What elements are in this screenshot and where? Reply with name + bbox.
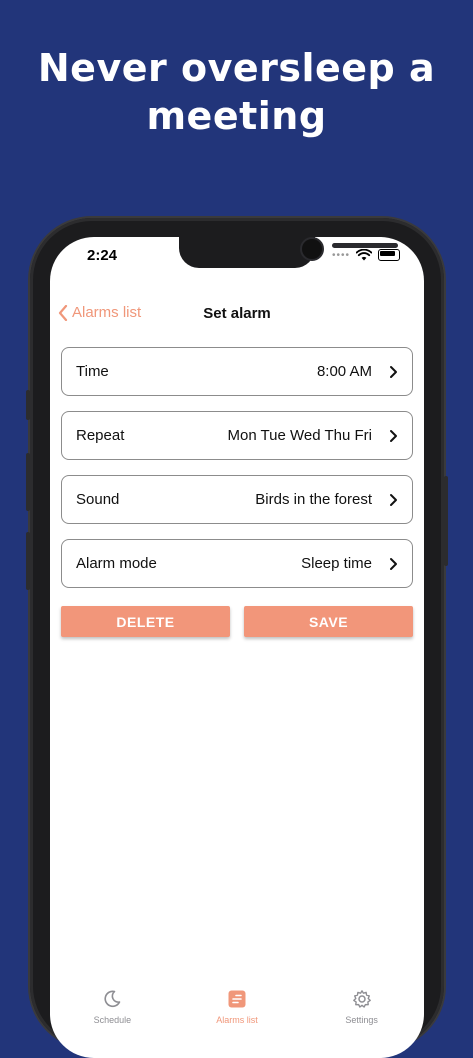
power-button bbox=[444, 476, 448, 566]
volume-up-button bbox=[26, 453, 30, 511]
status-time: 2:24 bbox=[87, 247, 118, 264]
navigation-bar: Alarms list Set alarm bbox=[50, 301, 424, 331]
time-row[interactable]: Time 8:00 AM bbox=[61, 347, 413, 396]
mute-switch bbox=[26, 390, 30, 420]
page-title: Set alarm bbox=[203, 305, 271, 322]
list-icon bbox=[228, 990, 246, 1008]
battery-icon bbox=[378, 249, 400, 261]
status-bar: 2:24 •••• bbox=[50, 245, 424, 269]
headline: Never oversleep a meeting bbox=[37, 46, 436, 138]
alarm-mode-row[interactable]: Alarm mode Sleep time bbox=[61, 539, 413, 588]
gear-icon bbox=[352, 990, 371, 1008]
phone-frame: 2:24 •••• Alarms list Set alarm Time 8:0… bbox=[26, 218, 448, 1058]
sound-row-value: Birds in the forest bbox=[255, 491, 372, 508]
volume-down-button bbox=[26, 532, 30, 590]
alarm-actions: DELETE SAVE bbox=[61, 606, 413, 637]
delete-button[interactable]: DELETE bbox=[61, 606, 230, 637]
chevron-right-icon bbox=[390, 557, 397, 570]
chevron-right-icon bbox=[390, 493, 397, 506]
tab-alarms-list[interactable]: Alarms list bbox=[175, 989, 300, 1049]
alarm-settings-list: Time 8:00 AM Repeat Mon Tue Wed Thu Fri … bbox=[61, 347, 413, 603]
wifi-icon bbox=[356, 249, 372, 261]
repeat-row-label: Repeat bbox=[76, 427, 125, 444]
alarm-mode-row-label: Alarm mode bbox=[76, 555, 157, 572]
sound-row-label: Sound bbox=[76, 491, 120, 508]
tab-bar: Schedule Alarms list Settings bbox=[50, 989, 424, 1049]
save-button[interactable]: SAVE bbox=[244, 606, 413, 637]
chevron-right-icon bbox=[390, 365, 397, 378]
time-row-value: 8:00 AM bbox=[316, 363, 372, 380]
moon-icon bbox=[104, 990, 121, 1008]
tab-settings[interactable]: Settings bbox=[299, 989, 424, 1049]
repeat-row-value: Mon Tue Wed Thu Fri bbox=[227, 427, 372, 444]
status-icons: •••• bbox=[332, 249, 400, 261]
repeat-row[interactable]: Repeat Mon Tue Wed Thu Fri bbox=[61, 411, 413, 460]
phone-screen: 2:24 •••• Alarms list Set alarm Time 8:0… bbox=[50, 237, 424, 1058]
alarm-mode-row-value: Sleep time bbox=[301, 555, 372, 572]
signal-icon: •••• bbox=[331, 249, 350, 261]
time-row-label: Time bbox=[76, 363, 109, 380]
chevron-right-icon bbox=[390, 429, 397, 442]
tab-schedule[interactable]: Schedule bbox=[50, 989, 175, 1049]
sound-row[interactable]: Sound Birds in the forest bbox=[61, 475, 413, 524]
